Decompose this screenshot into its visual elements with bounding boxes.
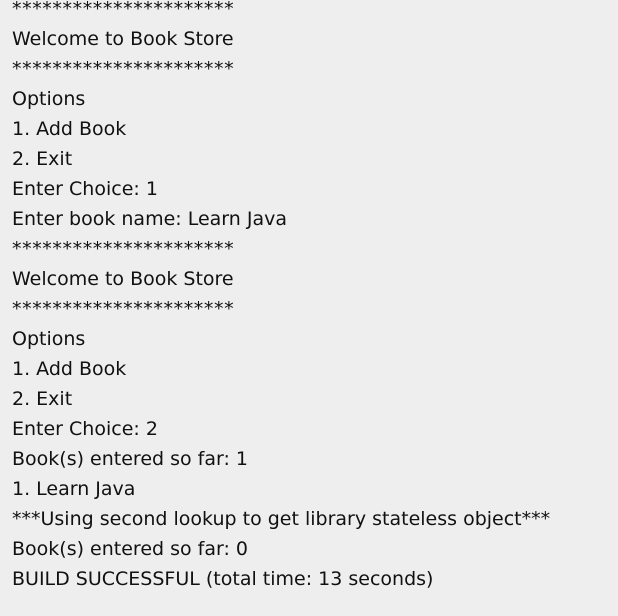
book-list-item: 1. Learn Java <box>12 478 136 500</box>
choice-prompt: Enter Choice: 2 <box>12 418 158 440</box>
books-count-line: Book(s) entered so far: 0 <box>12 538 249 560</box>
separator-line: ********************** <box>12 58 235 80</box>
option-exit: 2. Exit <box>12 148 73 170</box>
book-name-prompt: Enter book name: Learn Java <box>12 208 287 230</box>
books-count-line: Book(s) entered so far: 1 <box>12 448 249 470</box>
welcome-message: Welcome to Book Store <box>12 268 234 290</box>
separator-line: ********************** <box>12 238 235 260</box>
separator-line: ********************** <box>12 0 235 20</box>
option-add-book: 1. Add Book <box>12 358 127 380</box>
option-add-book: 1. Add Book <box>12 118 127 140</box>
build-status: BUILD SUCCESSFUL (total time: 13 seconds… <box>12 568 434 590</box>
welcome-message: Welcome to Book Store <box>12 28 234 50</box>
console-output[interactable]: ********************** Welcome to Book S… <box>0 0 618 616</box>
choice-prompt: Enter Choice: 1 <box>12 178 158 200</box>
separator-line: ********************** <box>12 298 235 320</box>
options-heading: Options <box>12 88 86 110</box>
options-heading: Options <box>12 328 86 350</box>
option-exit: 2. Exit <box>12 388 73 410</box>
lookup-message: ***Using second lookup to get library st… <box>12 508 551 530</box>
